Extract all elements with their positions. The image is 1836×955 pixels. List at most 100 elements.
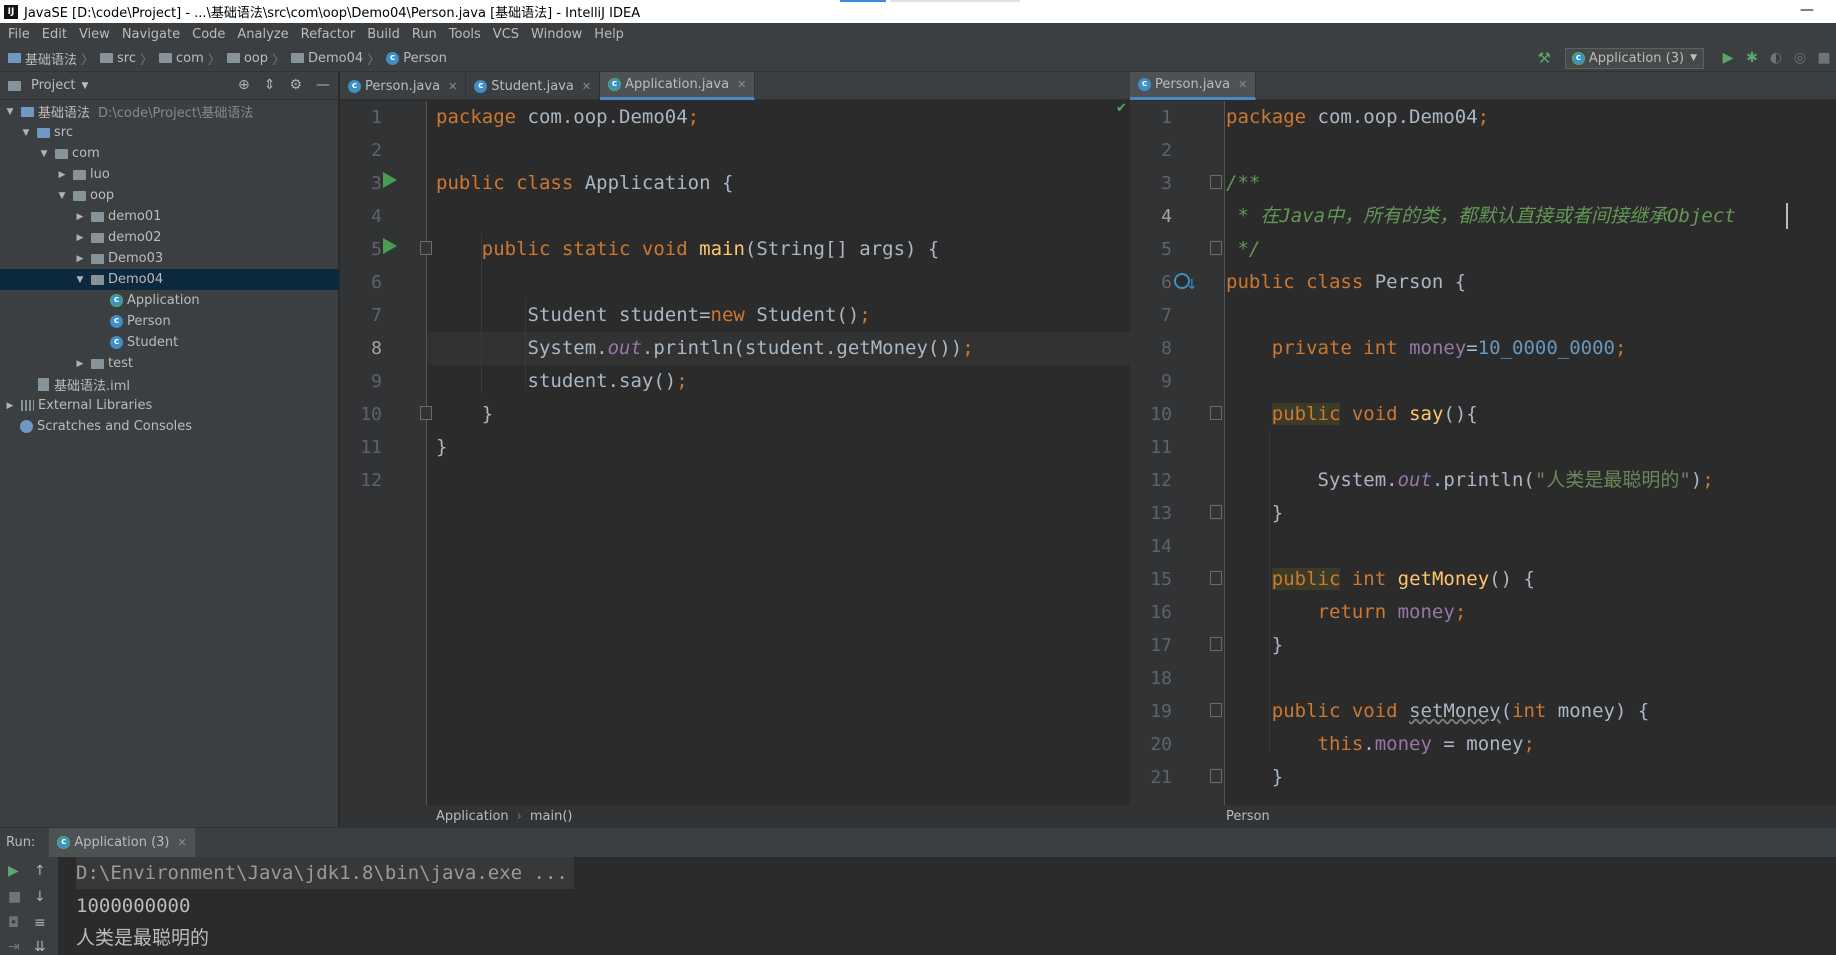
collapsed-arrow-icon[interactable]: ▶ <box>74 254 86 264</box>
collapsed-arrow-icon[interactable]: ▶ <box>74 359 86 369</box>
fold-marker-icon[interactable] <box>1210 505 1222 519</box>
collapse-all-icon[interactable]: ⇕ <box>264 77 276 93</box>
tree-item-src[interactable]: ▼ src <box>0 122 339 143</box>
project-panel-title[interactable]: Project <box>31 78 75 93</box>
tree-item-student[interactable]: c Student <box>0 332 339 353</box>
tree-item-application[interactable]: c Application <box>0 290 339 311</box>
expanded-arrow-icon[interactable]: ▼ <box>38 149 50 159</box>
tree-item-com[interactable]: ▼ com <box>0 143 339 164</box>
tree-item-demo02[interactable]: ▶ demo02 <box>0 227 339 248</box>
tree-item-iml[interactable]: 基础语法.iml <box>0 374 339 395</box>
run-gutter-icon[interactable] <box>383 238 397 254</box>
crumb-demo04[interactable]: Demo04 〉 <box>291 49 386 68</box>
debug-bug-icon[interactable]: ✱ <box>1740 50 1764 66</box>
down-arrow-icon[interactable]: ↓ <box>34 889 46 905</box>
left-code-editor[interactable]: 1 2 3 4 5 6 7 8 9 10 11 12 ✔ package com… <box>340 101 1130 805</box>
crumb-src[interactable]: src 〉 <box>100 49 159 68</box>
close-icon[interactable]: ✕ <box>178 836 187 849</box>
menu-refactor[interactable]: Refactor <box>295 27 362 42</box>
soft-wrap-icon[interactable]: ≡ <box>34 915 46 931</box>
fold-marker-icon[interactable] <box>1210 175 1222 189</box>
close-icon[interactable]: ✕ <box>737 78 746 91</box>
menu-run[interactable]: Run <box>406 27 443 42</box>
run-gutter-icon[interactable] <box>383 172 397 188</box>
menu-build[interactable]: Build <box>361 27 406 42</box>
breadcrumb-class[interactable]: Person <box>1226 809 1270 824</box>
crumb-person[interactable]: c Person <box>386 51 447 66</box>
code-line: student.say(); <box>436 370 688 392</box>
expanded-arrow-icon[interactable]: ▼ <box>56 191 68 201</box>
tree-item-demo01[interactable]: ▶ demo01 <box>0 206 339 227</box>
fold-marker-icon[interactable] <box>1210 241 1222 255</box>
run-configuration-select[interactable]: c Application (3) ▼ <box>1564 47 1704 69</box>
coverage-icon[interactable]: ◐ <box>1764 50 1788 66</box>
run-console[interactable]: ▶ ↑ ■ ↓ ◘ ≡ ⇥ ⇊ D:\Environment\Java\jdk1… <box>0 857 1836 955</box>
menu-analyze[interactable]: Analyze <box>231 27 294 42</box>
tree-item-project-root[interactable]: ▼ 基础语法 D:\code\Project\基础语法 <box>0 101 339 122</box>
gear-icon[interactable]: ⚙ <box>289 77 302 93</box>
camera-icon[interactable]: ◘ <box>8 915 19 931</box>
tree-item-person[interactable]: c Person <box>0 311 339 332</box>
breadcrumb-method[interactable]: main() <box>530 809 573 824</box>
breadcrumb-class[interactable]: Application <box>436 809 509 824</box>
menu-vcs[interactable]: VCS <box>487 27 525 42</box>
fold-marker-icon[interactable] <box>1210 769 1222 783</box>
scroll-to-end-icon[interactable]: ⇊ <box>34 939 46 955</box>
fold-marker-icon[interactable] <box>1210 571 1222 585</box>
menu-file[interactable]: File <box>2 27 36 42</box>
crumb-project[interactable]: 基础语法〉 <box>8 49 100 68</box>
menu-view[interactable]: View <box>73 27 116 42</box>
close-icon[interactable]: ✕ <box>1238 78 1247 91</box>
tree-item-test[interactable]: ▶ test <box>0 353 339 374</box>
run-icon[interactable]: ▶ <box>1716 50 1740 66</box>
rerun-icon[interactable]: ▶ <box>8 863 19 879</box>
tab-application-java[interactable]: c Application.java ✕ <box>600 72 756 100</box>
fold-marker-icon[interactable] <box>1210 703 1222 717</box>
collapsed-arrow-icon[interactable]: ▶ <box>4 401 16 411</box>
close-icon[interactable]: ✕ <box>448 80 457 93</box>
tab-student-java[interactable]: c Student.java ✕ <box>466 72 601 100</box>
menu-edit[interactable]: Edit <box>36 27 73 42</box>
menu-tools[interactable]: Tools <box>443 27 487 42</box>
hide-panel-icon[interactable]: — <box>316 77 330 93</box>
crumb-com[interactable]: com 〉 <box>159 49 227 68</box>
exit-icon[interactable]: ⇥ <box>8 939 20 955</box>
collapsed-arrow-icon[interactable]: ▶ <box>74 233 86 243</box>
minimize-icon[interactable]: — <box>1800 2 1814 18</box>
stop-icon[interactable]: ■ <box>8 889 21 905</box>
tree-item-external-libraries[interactable]: ▶ External Libraries <box>0 395 339 416</box>
collapsed-arrow-icon[interactable]: ▶ <box>74 212 86 222</box>
profile-icon[interactable]: ◎ <box>1788 50 1812 66</box>
crumb-oop[interactable]: oop 〉 <box>226 49 291 68</box>
close-icon[interactable]: ✕ <box>582 80 591 93</box>
tree-item-demo03[interactable]: ▶ Demo03 <box>0 248 339 269</box>
fold-marker-icon[interactable] <box>420 241 432 255</box>
up-arrow-icon[interactable]: ↑ <box>34 863 46 879</box>
run-tab-application[interactable]: c Application (3) ✕ <box>49 827 195 858</box>
locate-crosshair-icon[interactable]: ⊕ <box>238 77 250 93</box>
tree-item-luo[interactable]: ▶ luo <box>0 164 339 185</box>
tree-item-oop[interactable]: ▼ oop <box>0 185 339 206</box>
right-code-editor[interactable]: 1 2 3 4 5 6 7 8 9 10 11 12 13 14 15 16 1… <box>1130 101 1836 805</box>
stop-icon[interactable]: ■ <box>1812 50 1836 66</box>
menu-help[interactable]: Help <box>588 27 630 42</box>
tree-item-scratches[interactable]: Scratches and Consoles <box>0 416 339 437</box>
expanded-arrow-icon[interactable]: ▼ <box>4 107 16 117</box>
chevron-down-icon[interactable]: ▼ <box>81 81 88 91</box>
menu-navigate[interactable]: Navigate <box>116 27 186 42</box>
build-hammer-icon[interactable]: ⚒ <box>1537 49 1550 67</box>
class-icon: c <box>348 79 361 93</box>
menu-window[interactable]: Window <box>525 27 588 42</box>
fold-marker-icon[interactable] <box>1210 637 1222 651</box>
expanded-arrow-icon[interactable]: ▼ <box>20 128 32 138</box>
fold-marker-icon[interactable] <box>1210 406 1222 420</box>
run-tool-window-header: Run: c Application (3) ✕ <box>0 827 1836 858</box>
tab-person-java[interactable]: c Person.java ✕ <box>340 72 467 100</box>
menu-code[interactable]: Code <box>186 27 231 42</box>
collapsed-arrow-icon[interactable]: ▶ <box>56 170 68 180</box>
fold-marker-icon[interactable] <box>420 406 432 420</box>
expanded-arrow-icon[interactable]: ▼ <box>74 275 86 285</box>
tree-item-path: D:\code\Project\基础语法 <box>98 106 254 121</box>
tab-person-java-right[interactable]: c Person.java ✕ <box>1130 72 1257 100</box>
tree-item-demo04[interactable]: ▼ Demo04 <box>0 269 339 290</box>
